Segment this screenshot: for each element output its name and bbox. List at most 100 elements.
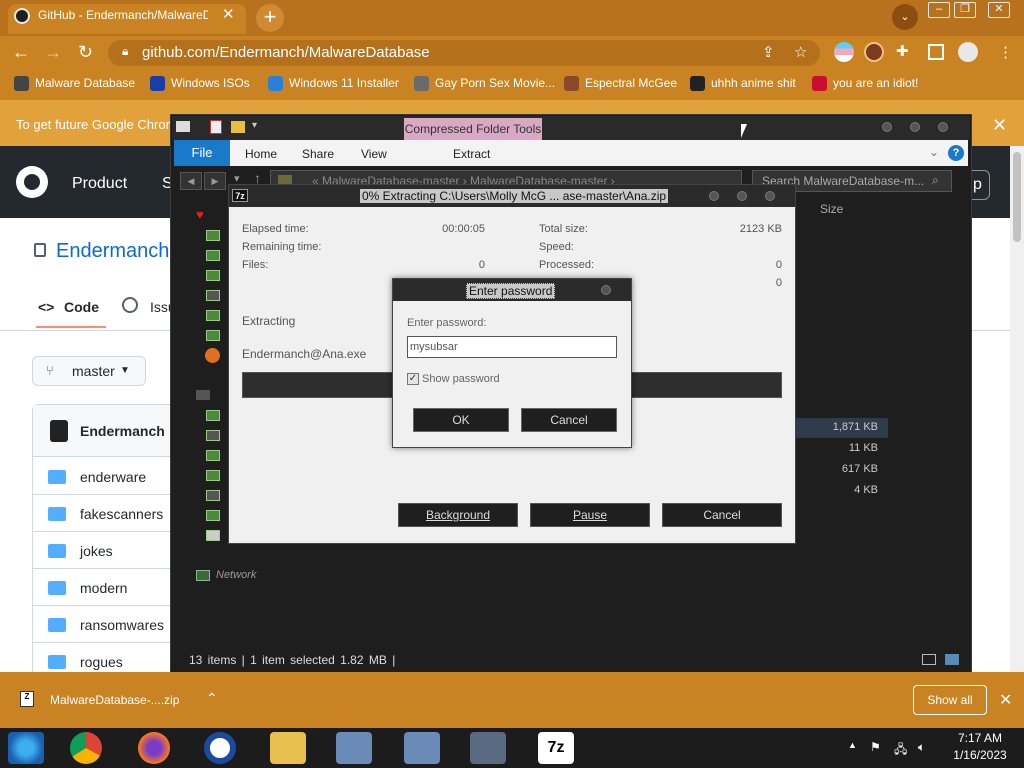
- folder-name[interactable]: ransomwares: [80, 617, 164, 633]
- bookmark-star-icon[interactable]: ☆: [794, 43, 807, 61]
- nav-item-icon[interactable]: [206, 430, 220, 441]
- extraction-maximize-button[interactable]: [737, 191, 747, 201]
- properties-icon[interactable]: [210, 120, 222, 134]
- download-filename[interactable]: MalwareDatabase-....zip: [50, 693, 179, 707]
- nav-item-icon[interactable]: [206, 450, 220, 461]
- repo-owner-link[interactable]: Endermanch /: [56, 240, 181, 263]
- tab-close-icon[interactable]: ✕: [222, 5, 235, 23]
- share-icon[interactable]: ⇪: [762, 43, 775, 61]
- minimize-button[interactable]: –: [928, 2, 950, 18]
- details-view-icon[interactable]: [922, 654, 936, 665]
- bookmark-windows-11-installer[interactable]: Windows 11 Installer: [268, 76, 399, 92]
- size-column-header[interactable]: Size: [820, 202, 843, 216]
- 7zip-icon[interactable]: 7z: [538, 732, 574, 764]
- nav-network[interactable]: Network: [216, 569, 256, 581]
- ribbon-tab-home[interactable]: Home: [245, 147, 277, 161]
- lock-icon[interactable]: 🔒︎: [122, 44, 128, 59]
- author-avatar[interactable]: [50, 420, 68, 442]
- password-cancel-button[interactable]: Cancel: [521, 408, 617, 432]
- show-password-checkbox[interactable]: ✓: [407, 373, 419, 385]
- ribbon-tab-extract[interactable]: Extract: [453, 147, 490, 161]
- extraction-minimize-button[interactable]: [709, 191, 719, 201]
- folder-name[interactable]: rogues: [80, 654, 123, 670]
- ribbon-expand-icon[interactable]: ⌄: [929, 145, 939, 159]
- ribbon-tab-view[interactable]: View: [361, 147, 387, 161]
- scrollbar-thumb[interactable]: [1013, 152, 1021, 242]
- nav-item-icon[interactable]: [206, 290, 220, 301]
- compressed-folder-tools-tab[interactable]: Compressed Folder Tools: [404, 118, 542, 140]
- commit-author[interactable]: Endermanch: [80, 423, 165, 439]
- chevron-up-icon[interactable]: ⌃: [206, 690, 218, 707]
- bookmark-movie[interactable]: Gay Porn Sex Movie...: [414, 76, 555, 92]
- nav-item-icon[interactable]: [206, 410, 220, 421]
- tab-search-button[interactable]: ⌄: [892, 4, 918, 30]
- extension-avatar-icon[interactable]: [864, 42, 884, 62]
- large-icons-view-icon[interactable]: [945, 654, 959, 665]
- search-icon[interactable]: ⌕: [932, 173, 939, 188]
- action-center-flag-icon[interactable]: ⚑: [870, 740, 881, 754]
- extraction-close-button[interactable]: [765, 191, 775, 201]
- folder-name[interactable]: enderware: [80, 469, 146, 485]
- tray-chevron-icon[interactable]: ▲: [848, 740, 857, 750]
- explorer-maximize-button[interactable]: [910, 122, 920, 132]
- ie-icon[interactable]: [204, 732, 236, 764]
- bookmark-you-are-an-idiot[interactable]: you are an idiot!: [812, 76, 918, 92]
- new-tab-button[interactable]: +: [256, 4, 284, 32]
- ok-button[interactable]: OK: [413, 408, 509, 432]
- folder-name[interactable]: fakescanners: [80, 506, 163, 522]
- url-text[interactable]: github.com/Endermanch/MalwareDatabase: [142, 44, 430, 61]
- explorer-close-button[interactable]: [938, 122, 948, 132]
- ribbon-tab-share[interactable]: Share: [302, 147, 334, 161]
- nav-item-icon[interactable]: [206, 250, 220, 261]
- volume-icon[interactable]: 🔈︎: [918, 740, 925, 755]
- new-folder-icon[interactable]: [231, 121, 245, 133]
- installer-icon[interactable]: [404, 732, 440, 764]
- nav-item-icon[interactable]: [206, 310, 220, 321]
- password-close-button[interactable]: [601, 285, 611, 295]
- show-password-label[interactable]: Show password: [422, 373, 500, 385]
- bookmark-windows-isos[interactable]: Windows ISOs: [150, 76, 250, 92]
- infobar-close-icon[interactable]: ✕: [992, 115, 1007, 136]
- clock-date[interactable]: 1/16/2023: [946, 748, 1014, 762]
- show-all-button[interactable]: Show all: [913, 685, 987, 715]
- chrome-icon[interactable]: [70, 732, 102, 764]
- extensions-puzzle-icon[interactable]: ✚: [896, 42, 909, 60]
- window-close-button[interactable]: ✕: [988, 2, 1010, 18]
- installer-icon[interactable]: [336, 732, 372, 764]
- nav-item-icon[interactable]: [206, 490, 220, 501]
- explorer-titlebar[interactable]: [172, 116, 970, 140]
- this-pc-icon[interactable]: [196, 390, 210, 400]
- profile-avatar-icon[interactable]: [958, 42, 978, 62]
- folder-name[interactable]: jokes: [80, 543, 113, 559]
- bookmark-espectral-mcgee[interactable]: Espectral McGee: [564, 76, 677, 92]
- reload-button[interactable]: ↻: [78, 42, 93, 63]
- ribbon-tab-file[interactable]: File: [174, 140, 230, 166]
- bookmark-anime[interactable]: uhhh anime shit: [690, 76, 796, 92]
- downloads-icon[interactable]: [205, 348, 220, 363]
- nav-item-icon[interactable]: [206, 270, 220, 281]
- nav-item-icon[interactable]: [206, 470, 220, 481]
- restore-button[interactable]: ❐: [954, 2, 976, 18]
- help-icon[interactable]: ?: [948, 145, 964, 161]
- network-tray-icon[interactable]: 🖧︎: [894, 740, 907, 761]
- nav-item-icon[interactable]: [206, 330, 220, 341]
- documents-icon[interactable]: [470, 732, 506, 764]
- extraction-cancel-button[interactable]: Cancel: [662, 503, 782, 527]
- favorites-heart-icon[interactable]: ♥: [196, 207, 204, 222]
- nav-item-icon[interactable]: [206, 530, 220, 541]
- quick-access-dropdown-icon[interactable]: ▾: [252, 120, 257, 131]
- nav-forward-button[interactable]: ▶: [204, 172, 226, 190]
- explorer-minimize-button[interactable]: [882, 122, 892, 132]
- nav-item-icon[interactable]: [206, 510, 220, 521]
- pause-button[interactable]: Pause: [530, 503, 650, 527]
- nav-product[interactable]: Product: [72, 175, 127, 193]
- nav-back-button[interactable]: ◀: [180, 172, 202, 190]
- clock-time[interactable]: 7:17 AM: [950, 731, 1010, 745]
- side-panel-icon[interactable]: [928, 44, 944, 60]
- download-bar-close-icon[interactable]: ✕: [999, 690, 1012, 710]
- firefox-icon[interactable]: [138, 732, 170, 764]
- file-explorer-icon[interactable]: [270, 732, 306, 764]
- forward-button[interactable]: →: [44, 42, 62, 63]
- nav-item-icon[interactable]: [206, 230, 220, 241]
- back-button[interactable]: ←: [12, 42, 30, 63]
